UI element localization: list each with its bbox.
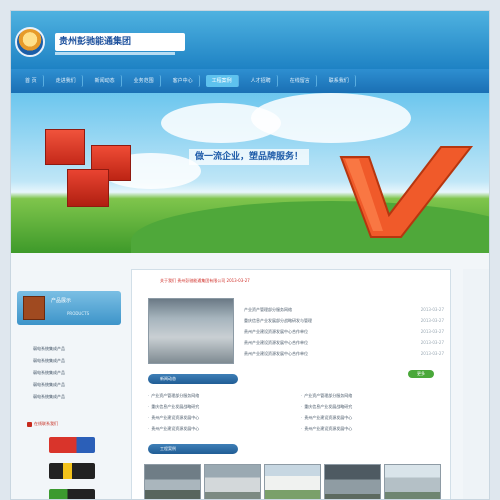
contact-heading: 在线联系我们 (27, 421, 58, 427)
news-date: 2013-03-27 (420, 318, 444, 323)
baidu-logo[interactable] (49, 437, 95, 453)
qq-logo[interactable] (49, 463, 95, 479)
list-item[interactable]: 产业资产管理部分服务网络 (148, 390, 291, 401)
red-cube (67, 169, 109, 207)
product-link[interactable]: 弱电系统集成产品 (33, 379, 119, 391)
list-item[interactable]: 重庆信息产业发展部分战略研发与管理 2013-03-27 (244, 315, 444, 326)
about-heading: 关于我们 贵州彭驰能通集团有限公司 2013-03-27 (160, 278, 250, 283)
hero-banner: 做一流企业，塑品牌服务！ (11, 93, 489, 253)
product-link[interactable]: 弱电系统集成产品 (33, 343, 119, 355)
contact-heading-text: 在线联系我们 (34, 421, 58, 426)
v-ribbon-icon (339, 146, 474, 238)
product-panel-subtitle: PRODUCTS (67, 311, 90, 316)
left-sidebar: 产品展示 PRODUCTS 弱电系统集成产品 弱电系统集成产品 弱电系统集成产品… (17, 291, 121, 499)
nav-item-home[interactable]: 首 页 (19, 75, 44, 87)
nav-item-projects[interactable]: 工程案例 (205, 75, 239, 87)
list-item[interactable]: 重庆信息产业发展战略研究 (148, 401, 291, 412)
list-item[interactable]: 产业资产管理部分服务网络 2013-03-27 (244, 304, 444, 315)
cloud (251, 93, 411, 143)
project-thumbnail[interactable] (204, 464, 261, 499)
nav-item-message[interactable]: 在线留言 (284, 75, 317, 87)
section-bar-news[interactable]: 新闻动态 (148, 374, 238, 384)
page-frame: 贵州彭驰能通集团 首 页 走进我们 新闻动态 业务范围 客户中心 工程案例 人才… (10, 10, 490, 500)
news-title[interactable]: 贵州产业建设资源发展中心合作单位 (244, 340, 308, 346)
right-margin (463, 269, 489, 499)
product-panel-header: 产品展示 PRODUCTS (17, 291, 121, 325)
section-bar-projects[interactable]: 工程案例 (148, 444, 238, 454)
news-date: 2013-03-27 (420, 351, 444, 356)
main-nav: 首 页 走进我们 新闻动态 业务范围 客户中心 工程案例 人才招聘 在线留言 联… (11, 69, 489, 93)
news-title[interactable]: 重庆信息产业发展部分战略研发与管理 (244, 318, 312, 324)
news-date: 2013-03-27 (420, 340, 444, 345)
list-item[interactable]: 贵州产业建设资源发展中心 (301, 412, 444, 423)
list-item[interactable]: 贵州产业建设资源发展中心合作单位 2013-03-27 (244, 348, 444, 359)
list-item[interactable]: 产业资产管理部分服务网络 (301, 390, 444, 401)
nav-item-clients[interactable]: 客户中心 (167, 75, 200, 87)
list-item[interactable]: 贵州产业建设资源发展中心 (301, 423, 444, 434)
nav-item-news[interactable]: 新闻动态 (89, 75, 122, 87)
nav-item-jobs[interactable]: 人才招聘 (245, 75, 278, 87)
product-link[interactable]: 弱电系统集成产品 (33, 355, 119, 367)
project-thumbnails (144, 464, 444, 499)
news-column-right: 产业资产管理部分服务网络 重庆信息产业发展战略研究 贵州产业建设资源发展中心 贵… (301, 390, 444, 434)
news-title[interactable]: 贵州产业建设资源发展中心合作单位 (244, 329, 308, 335)
news-title[interactable]: 贵州产业建设资源发展中心合作单位 (244, 351, 308, 357)
red-cube (45, 129, 85, 165)
project-thumbnail[interactable] (264, 464, 321, 499)
product-link[interactable]: 弱电系统集成产品 (33, 391, 119, 403)
nav-item-business[interactable]: 业务范围 (128, 75, 161, 87)
news-column-left: 产业资产管理部分服务网络 重庆信息产业发展战略研究 贵州产业建设资源发展中心 贵… (148, 390, 291, 434)
msn-logo[interactable] (49, 489, 95, 499)
list-item[interactable]: 贵州产业建设资源发展中心 (148, 423, 291, 434)
news-columns: 产业资产管理部分服务网络 重庆信息产业发展战略研究 贵州产业建设资源发展中心 贵… (148, 390, 444, 434)
company-logo-text[interactable]: 贵州彭驰能通集团 (55, 33, 185, 51)
product-thumbnail (23, 296, 45, 320)
more-button[interactable]: 更多 (408, 370, 434, 378)
project-thumbnail[interactable] (384, 464, 441, 499)
nav-item-contact[interactable]: 联系我们 (323, 75, 356, 87)
main-content: 关于我们 贵州彭驰能通集团有限公司 2013-03-27 产业资产管理部分服务网… (131, 269, 451, 499)
product-link-list: 弱电系统集成产品 弱电系统集成产品 弱电系统集成产品 弱电系统集成产品 弱电系统… (33, 343, 119, 403)
company-photo[interactable] (148, 298, 234, 364)
news-date: 2013-03-27 (420, 307, 444, 312)
nav-item-about[interactable]: 走进我们 (50, 75, 83, 87)
news-title[interactable]: 产业资产管理部分服务网络 (244, 307, 292, 313)
list-item[interactable]: 贵州产业建设资源发展中心合作单位 2013-03-27 (244, 337, 444, 348)
news-date: 2013-03-27 (420, 329, 444, 334)
banner-slogan: 做一流企业，塑品牌服务！ (189, 149, 310, 165)
product-link[interactable]: 弱电系统集成产品 (33, 367, 119, 379)
logo-underline (55, 52, 175, 55)
project-thumbnail[interactable] (144, 464, 201, 499)
project-thumbnail[interactable] (324, 464, 381, 499)
sunrise-globe-icon[interactable] (15, 27, 45, 57)
list-item[interactable]: 贵州产业建设资源发展中心 (148, 412, 291, 423)
product-panel-title: 产品展示 (51, 298, 72, 304)
bullet-icon (27, 421, 32, 427)
list-item[interactable]: 贵州产业建设资源发展中心合作单位 2013-03-27 (244, 326, 444, 337)
list-item[interactable]: 重庆信息产业发展战略研究 (301, 401, 444, 412)
site-header: 贵州彭驰能通集团 (11, 11, 489, 69)
news-list: 产业资产管理部分服务网络 2013-03-27 重庆信息产业发展部分战略研发与管理… (244, 304, 444, 359)
